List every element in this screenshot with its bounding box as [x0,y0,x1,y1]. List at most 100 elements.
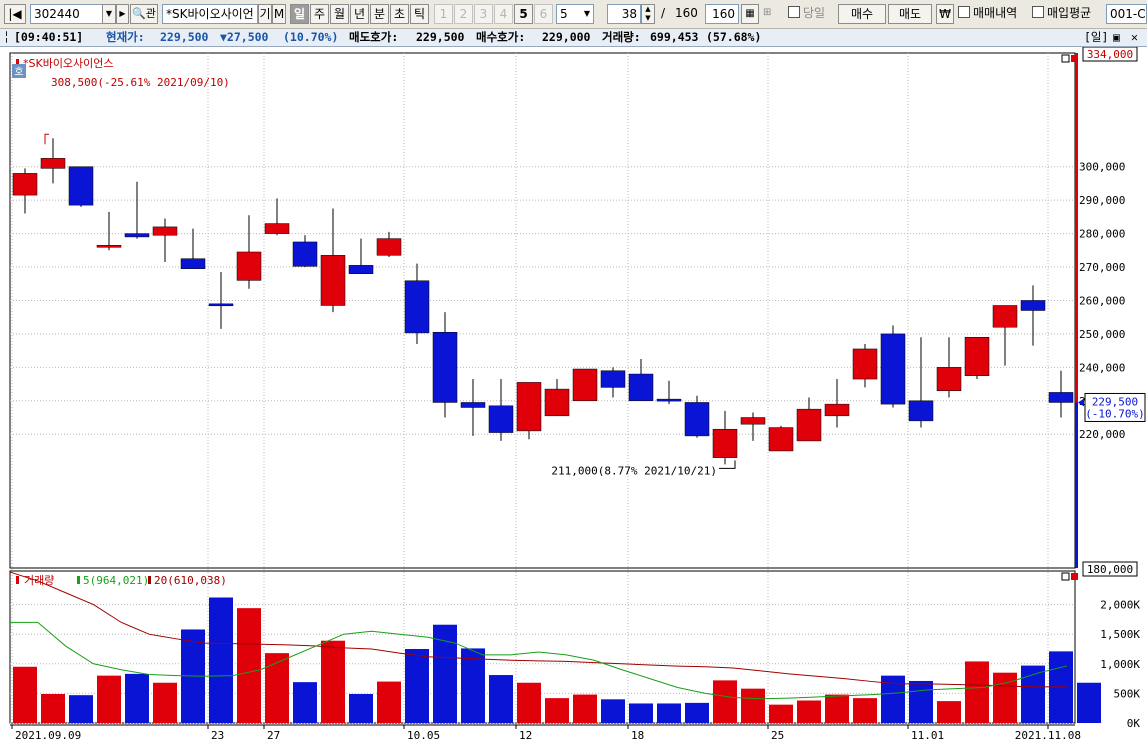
volume-bar [993,672,1017,723]
candle-body [68,166,94,206]
period-tab-3[interactable]: 년 [350,4,369,24]
view-count-input[interactable]: 160 [705,4,739,24]
candle-body [292,241,318,267]
candle-body [936,367,962,392]
toolbar: |◀ 302440 ▼ ▶ 🔍관 *SK바이오사이언 기 M 일주월년분초틱 1… [0,0,1147,29]
current-price: 229,500 [160,30,209,44]
current-price-label: 현재가: [106,30,145,44]
volume-pct: (57.68%) [706,30,762,44]
x-tick-label: 12 [519,729,532,742]
x-tick-label: 10.05 [407,729,440,742]
volume-tick-label: 1,500K [1100,628,1140,641]
volume-bar [265,653,289,723]
candle-body [404,280,430,334]
interval-button-4[interactable]: 4 [494,4,513,24]
next-arrow-icon[interactable]: ▶ [116,4,129,24]
today-checkbox[interactable]: 당일 [788,4,838,24]
volume-bar [125,673,149,723]
volume-bar [769,704,793,723]
period-mode: [일] [1084,30,1109,44]
x-tick-label: 11.01 [911,729,944,742]
candle-body [348,265,374,274]
maximize-icon[interactable]: ▣ [1113,29,1120,46]
volume-bar [377,681,401,723]
ma20-marker [148,576,151,584]
high-annotation: 308,500(-25.61% 2021/09/10) [51,76,230,89]
period-tab-6[interactable]: 틱 [410,4,429,24]
candle-body [516,382,542,432]
candle-body [264,223,290,234]
stock-code-text: 302440 [34,7,80,21]
won-icon[interactable]: ₩ [936,4,954,24]
price-tick-label: 260,000 [1079,294,1125,307]
period-tab-2[interactable]: 월 [330,4,349,24]
price-range-down-bar [1075,402,1078,568]
interval-button-6[interactable]: 6 [534,4,553,24]
info-button[interactable]: 기 [258,4,272,24]
count-stepper[interactable]: ▲ ▼ [641,4,655,24]
x-tick-label: 18 [631,729,644,742]
buy-button[interactable]: 매수 [838,4,886,24]
volume-chart-title: 거래량 [24,574,54,587]
num-select-value: 5 [560,7,568,21]
candle-body [208,303,234,307]
interval-button-5[interactable]: 5 [514,4,533,24]
volume-bar [909,680,933,723]
price-tick-label: 220,000 [1079,428,1125,441]
trade-history-checkbox[interactable]: 매매내역 [958,4,1030,24]
quote-info-bar: ╎ [09:40:51] 현재가: 229,500 ▼27,500 (10.70… [0,29,1147,47]
volume-bar [797,700,821,723]
candle-body [1020,300,1046,311]
period-tab-1[interactable]: 주 [310,4,329,24]
interval-button-3[interactable]: 3 [474,4,493,24]
total-separator: / [661,6,666,20]
price-tick-label: 270,000 [1079,261,1125,274]
sell-button[interactable]: 매도 [888,4,932,24]
volume-bar [853,698,877,723]
period-tab-5[interactable]: 초 [390,4,409,24]
account-text: 001-C [1110,7,1146,21]
num-select[interactable]: 5 ▼ [556,4,594,24]
candle-body [236,251,262,281]
count-input[interactable]: 38 [607,4,641,24]
volume-tick-label: 1,000K [1100,658,1140,671]
stock-code-dropdown-icon[interactable]: ▼ [102,4,116,24]
account-field[interactable]: 001-C [1106,4,1147,24]
memo-button[interactable]: M [272,4,286,24]
price-chart-title: *SK바이오사이언스 [23,57,114,70]
volume-bar [517,682,541,723]
ma20-legend: 20(610,038) [154,574,227,587]
quote-time: [09:40:51] [14,30,84,44]
bid-price: 229,000 [542,30,591,44]
volume-bar [41,693,65,723]
volume-label: 거래량: [602,30,641,44]
period-tab-4[interactable]: 분 [370,4,389,24]
candle-body [740,417,766,425]
price-panel-maximize-icon [1061,54,1070,63]
x-tick-label: 25 [771,729,784,742]
price-tick-label: 250,000 [1079,328,1125,341]
candle-body [12,173,38,196]
candle-body [824,403,850,417]
interval-button-1[interactable]: 1 [434,4,453,24]
volume-bar [573,694,597,723]
calendar-icon[interactable]: ▦ [741,4,759,24]
candle-body [880,333,906,405]
close-icon[interactable]: ✕ [1131,29,1138,46]
price-tick-label: 300,000 [1079,161,1125,174]
stock-name-field: *SK바이오사이언 [162,4,258,24]
avg-price-checkbox[interactable]: 매입평균 [1032,4,1104,24]
volume-bar [349,693,373,723]
price-max-label: 334,000 [1087,48,1133,61]
search-icon[interactable]: 🔍관 [130,4,158,24]
period-tab-0[interactable]: 일 [290,4,309,24]
candle-body [152,226,178,236]
candle-body [460,402,486,408]
volume-bar [685,702,709,723]
candle-body [768,427,794,452]
candle-body [1048,392,1074,403]
first-record-button[interactable]: |◀ [4,4,26,24]
volume-bar [13,666,37,723]
interval-button-2[interactable]: 2 [454,4,473,24]
volume-bar [713,680,737,723]
